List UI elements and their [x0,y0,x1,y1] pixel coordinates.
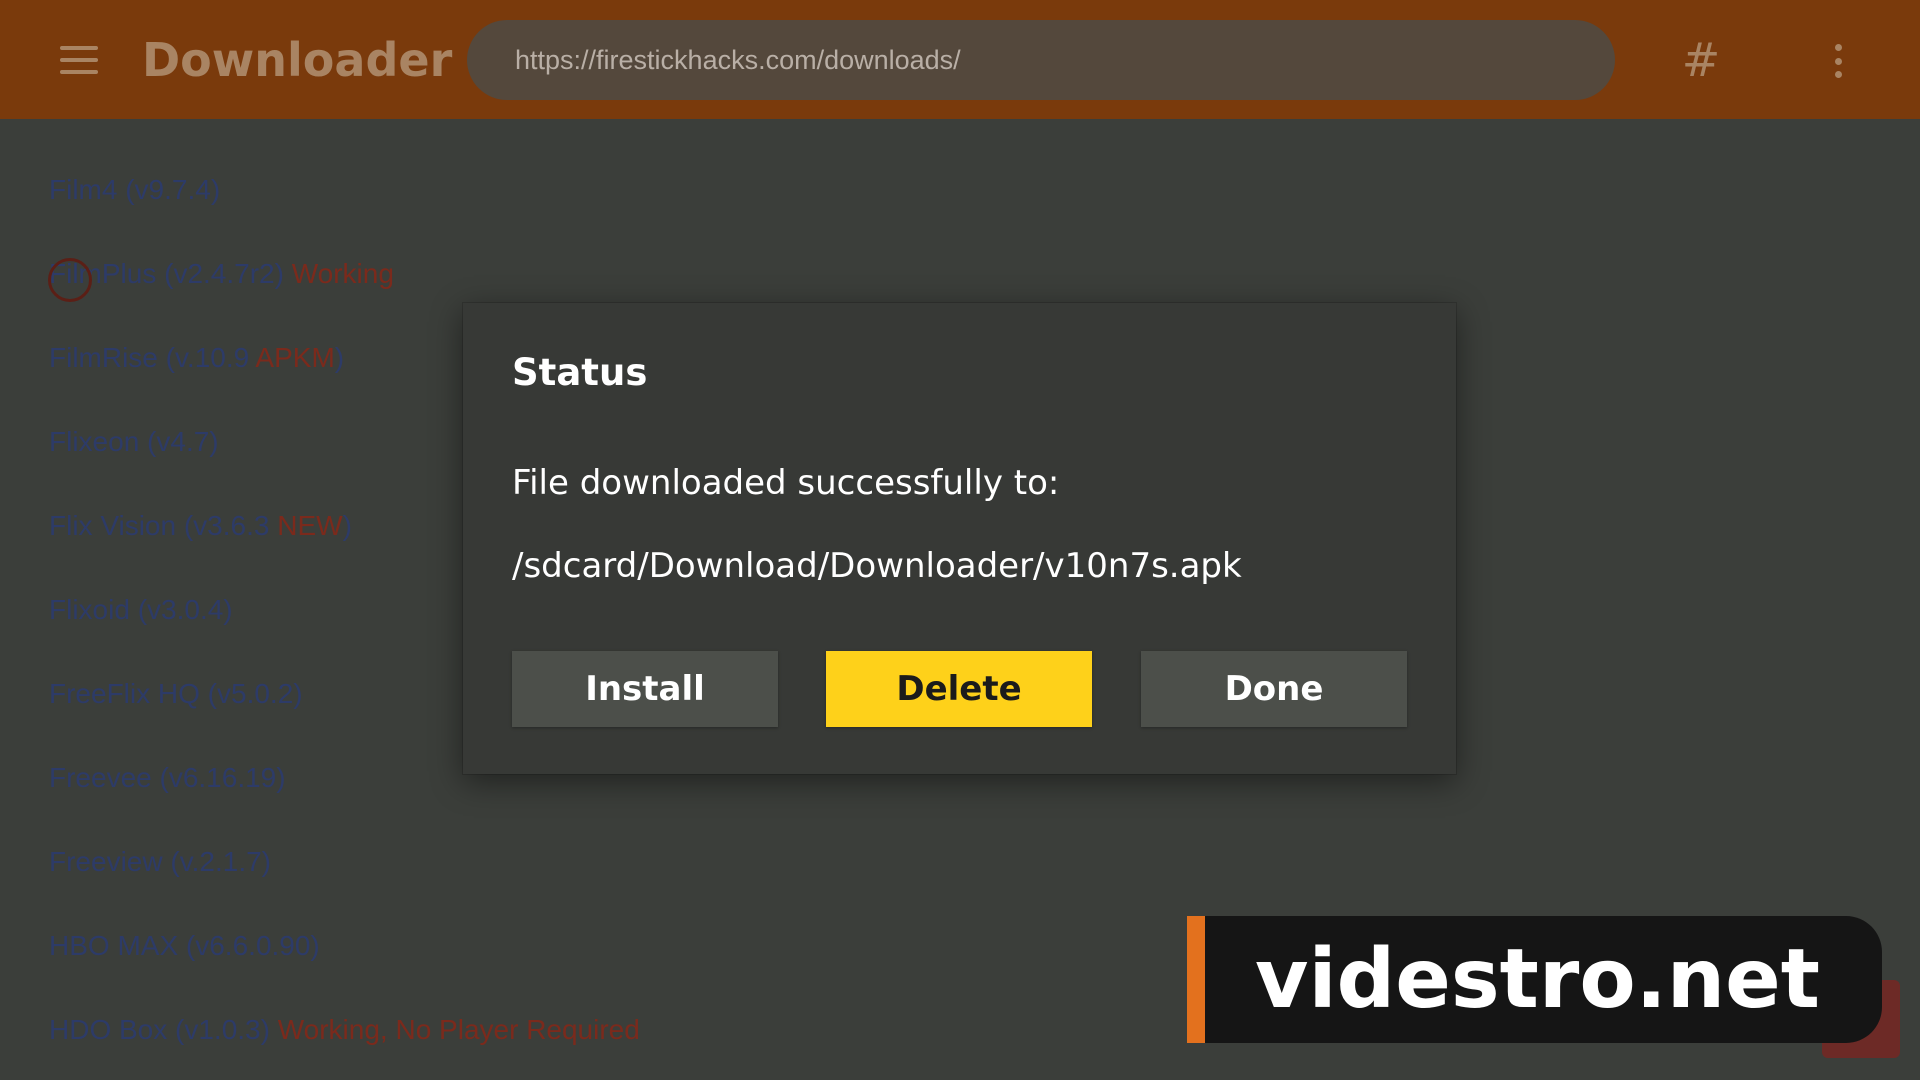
dialog-title: Status [512,351,648,394]
list-item[interactable]: Flixoid (v3.0.4) [49,590,233,630]
download-path: /sdcard/Download/Downloader/v10n7s.apk [512,546,1242,586]
watermark-text: videstro.net [1255,932,1820,1027]
watermark: videstro.net [1187,916,1882,1043]
status-dialog: Status File downloaded successfully to: … [463,303,1456,774]
kebab-menu-icon[interactable] [1828,44,1848,78]
list-item[interactable]: HDO Box (v1.0.3) Working, No Player Requ… [49,1010,640,1050]
app-logo: Downloader [142,33,453,87]
list-item[interactable]: Freevee (v6.16.19) [49,758,286,798]
hash-button[interactable]: # [1680,30,1722,90]
hamburger-menu-icon[interactable] [60,46,98,74]
list-item[interactable]: FilmRise (v.10.9 APKM) [49,338,344,378]
delete-button[interactable]: Delete [826,651,1092,727]
url-input[interactable]: https://firestickhacks.com/downloads/ [467,20,1615,100]
list-item[interactable]: FreeFlix HQ (v5.0.2) [49,674,303,714]
watermark-accent-bar [1187,916,1205,1043]
list-item[interactable]: Flixeon (v4.7) [49,422,219,462]
dialog-message: File downloaded successfully to: [512,463,1060,503]
done-button[interactable]: Done [1141,651,1407,727]
top-app-bar: Downloader https://firestickhacks.com/do… [0,0,1920,119]
cursor-ring-icon [48,258,92,302]
list-item[interactable]: Freeview (v.2.1.7) [49,842,271,882]
list-item[interactable]: HBO MAX (v6.6.0.90) [49,926,320,966]
url-text: https://firestickhacks.com/downloads/ [515,45,961,75]
install-button[interactable]: Install [512,651,778,727]
list-item[interactable]: Flix Vision (v3.6.3 NEW) [49,506,352,546]
list-item[interactable]: Film4 (v9.7.4) [49,170,220,210]
list-item[interactable]: FilmPlus (v2.4.7r2) Working [49,254,394,294]
